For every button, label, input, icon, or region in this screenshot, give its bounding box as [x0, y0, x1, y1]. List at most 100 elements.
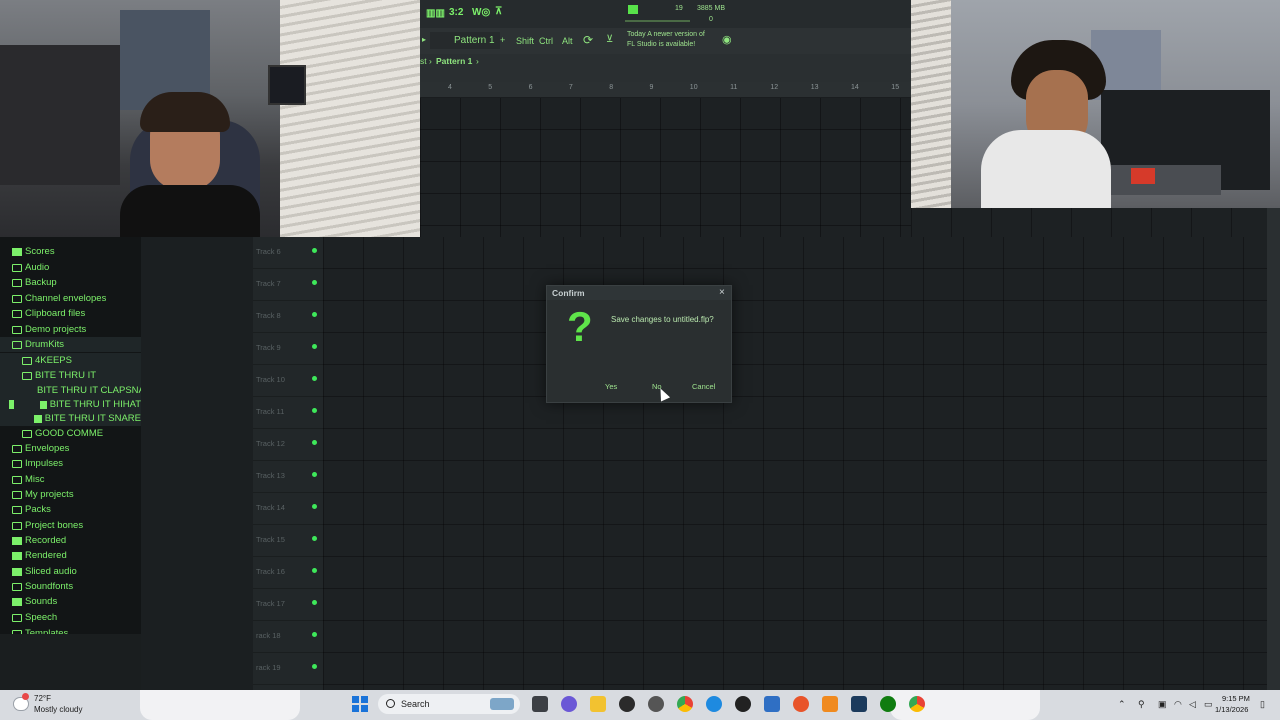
- browser-item[interactable]: Packs: [0, 502, 141, 517]
- brave-icon[interactable]: [793, 696, 809, 712]
- steam-icon[interactable]: [851, 696, 867, 712]
- browser-item[interactable]: DrumKits: [0, 337, 141, 352]
- start-button[interactable]: [352, 696, 368, 712]
- browser-item[interactable]: Speech: [0, 610, 141, 625]
- task-view-icon[interactable]: [532, 696, 548, 712]
- track-enable-led[interactable]: [312, 568, 317, 573]
- browser-item[interactable]: 4KEEPS: [0, 353, 141, 368]
- track-enable-led[interactable]: [312, 280, 317, 285]
- metronome-icon[interactable]: ⊼: [495, 6, 502, 17]
- fl-studio-icon[interactable]: [822, 696, 838, 712]
- steelseries-icon[interactable]: [619, 696, 635, 712]
- tray-expand-icon[interactable]: ⌃: [1118, 699, 1126, 710]
- file-explorer-icon[interactable]: [590, 696, 606, 712]
- obs-icon[interactable]: [648, 696, 664, 712]
- battery-icon[interactable]: ▭: [1204, 699, 1213, 710]
- track-enable-led[interactable]: [312, 472, 317, 477]
- clock-time[interactable]: 9:15 PM: [1222, 694, 1250, 703]
- track-header[interactable]: Track 14: [253, 493, 323, 525]
- track-header[interactable]: Track 9: [253, 333, 323, 365]
- track-header[interactable]: Track 13: [253, 461, 323, 493]
- dialog-titlebar[interactable]: Confirm ×: [547, 286, 731, 300]
- weather-temperature[interactable]: 72°F: [34, 694, 51, 703]
- track-enable-led[interactable]: [312, 504, 317, 509]
- track-header[interactable]: Track 15: [253, 525, 323, 557]
- browser-item[interactable]: Demo projects: [0, 322, 141, 337]
- clock-date[interactable]: 1/13/2026: [1215, 705, 1248, 714]
- browser-item[interactable]: My projects: [0, 487, 141, 502]
- chat-app-icon[interactable]: [561, 696, 577, 712]
- track-header[interactable]: Track 17: [253, 589, 323, 621]
- browser-item[interactable]: Audio: [0, 260, 141, 275]
- browser-item[interactable]: Recorded: [0, 533, 141, 548]
- xbox-icon[interactable]: [880, 696, 896, 712]
- chrome-profile-icon[interactable]: [909, 696, 925, 712]
- track-header[interactable]: Track 10: [253, 365, 323, 397]
- browser-item[interactable]: GOOD COMME: [0, 426, 141, 441]
- volume-icon[interactable]: ◁: [1189, 699, 1196, 710]
- browser-item[interactable]: Impulses: [0, 456, 141, 471]
- ctrl-toggle[interactable]: Ctrl: [539, 36, 553, 46]
- track-enable-led[interactable]: [312, 536, 317, 541]
- network-icon[interactable]: ◠: [1174, 699, 1182, 710]
- search-app-icon[interactable]: [735, 696, 751, 712]
- track-enable-led[interactable]: [312, 248, 317, 253]
- play-arrow-icon[interactable]: ▸: [422, 35, 426, 44]
- pattern-song-icon[interactable]: ▥▥: [426, 8, 445, 19]
- pattern-selector[interactable]: Pattern 1: [430, 32, 500, 49]
- volume-slider[interactable]: [625, 20, 690, 22]
- track-header[interactable]: Track 12: [253, 429, 323, 461]
- taskbar-search[interactable]: Search: [378, 694, 520, 714]
- edge-icon[interactable]: [706, 696, 722, 712]
- playlist-grid-top[interactable]: [420, 98, 911, 237]
- track-header[interactable]: rack 18: [253, 621, 323, 653]
- browser-item[interactable]: Sounds: [0, 594, 141, 609]
- browser-item[interactable]: Sliced audio: [0, 564, 141, 579]
- track-header[interactable]: Track 7: [253, 269, 323, 301]
- track-header[interactable]: Track 11: [253, 397, 323, 429]
- cancel-button[interactable]: Cancel: [692, 382, 715, 391]
- track-enable-led[interactable]: [312, 312, 317, 317]
- browser-item[interactable]: BITE THRU IT SNARE: [0, 411, 141, 426]
- browser-item[interactable]: Soundfonts: [0, 579, 141, 594]
- browser-item[interactable]: Scores: [0, 244, 141, 259]
- track-enable-led[interactable]: [312, 600, 317, 605]
- browser-item[interactable]: BITE THRU IT: [0, 368, 141, 383]
- browser-item[interactable]: Channel envelopes: [0, 291, 141, 306]
- vertical-scrollbar[interactable]: [1267, 208, 1280, 690]
- timeline-ruler[interactable]: 4 5 6 7 8 9 10 11 12 13 14 15: [420, 82, 911, 98]
- news-icon[interactable]: ◉: [722, 33, 732, 46]
- track-enable-led[interactable]: [312, 664, 317, 669]
- close-icon[interactable]: ×: [719, 287, 725, 298]
- wave-icon[interactable]: W◎: [472, 7, 490, 18]
- browser-item[interactable]: BITE THRU IT HIHAT: [0, 397, 141, 412]
- playlist-grid-right[interactable]: [911, 208, 1267, 237]
- playlist-grid[interactable]: [323, 237, 1267, 690]
- photos-icon[interactable]: [764, 696, 780, 712]
- add-pattern-icon[interactable]: +: [500, 35, 505, 45]
- breadcrumb-current[interactable]: Pattern 1: [436, 56, 472, 66]
- shift-toggle[interactable]: Shift: [516, 36, 534, 46]
- browser-item[interactable]: Templates: [0, 626, 141, 634]
- step-icon[interactable]: 3:2: [449, 7, 463, 18]
- browser-item[interactable]: Project bones: [0, 518, 141, 533]
- track-header[interactable]: rack 19: [253, 653, 323, 685]
- vpn-icon[interactable]: ▣: [1158, 699, 1167, 710]
- cart-icon[interactable]: ⊻: [606, 34, 613, 45]
- track-header[interactable]: Track 16: [253, 557, 323, 589]
- browser-item[interactable]: Clipboard files: [0, 306, 141, 321]
- alt-toggle[interactable]: Alt: [562, 36, 573, 46]
- track-enable-led[interactable]: [312, 632, 317, 637]
- track-enable-led[interactable]: [312, 376, 317, 381]
- track-header[interactable]: Track 6: [253, 237, 323, 269]
- browser-item[interactable]: Rendered: [0, 548, 141, 563]
- weather-condition[interactable]: Mostly cloudy: [34, 705, 82, 714]
- notification-icon[interactable]: ▯: [1260, 699, 1265, 710]
- browser-item[interactable]: Envelopes: [0, 441, 141, 456]
- track-enable-led[interactable]: [312, 440, 317, 445]
- chrome-icon[interactable]: [677, 696, 693, 712]
- track-header[interactable]: Track 8: [253, 301, 323, 333]
- browser-item[interactable]: Misc: [0, 472, 141, 487]
- browser-item[interactable]: Backup: [0, 275, 141, 290]
- refresh-icon[interactable]: ⟳: [583, 33, 593, 47]
